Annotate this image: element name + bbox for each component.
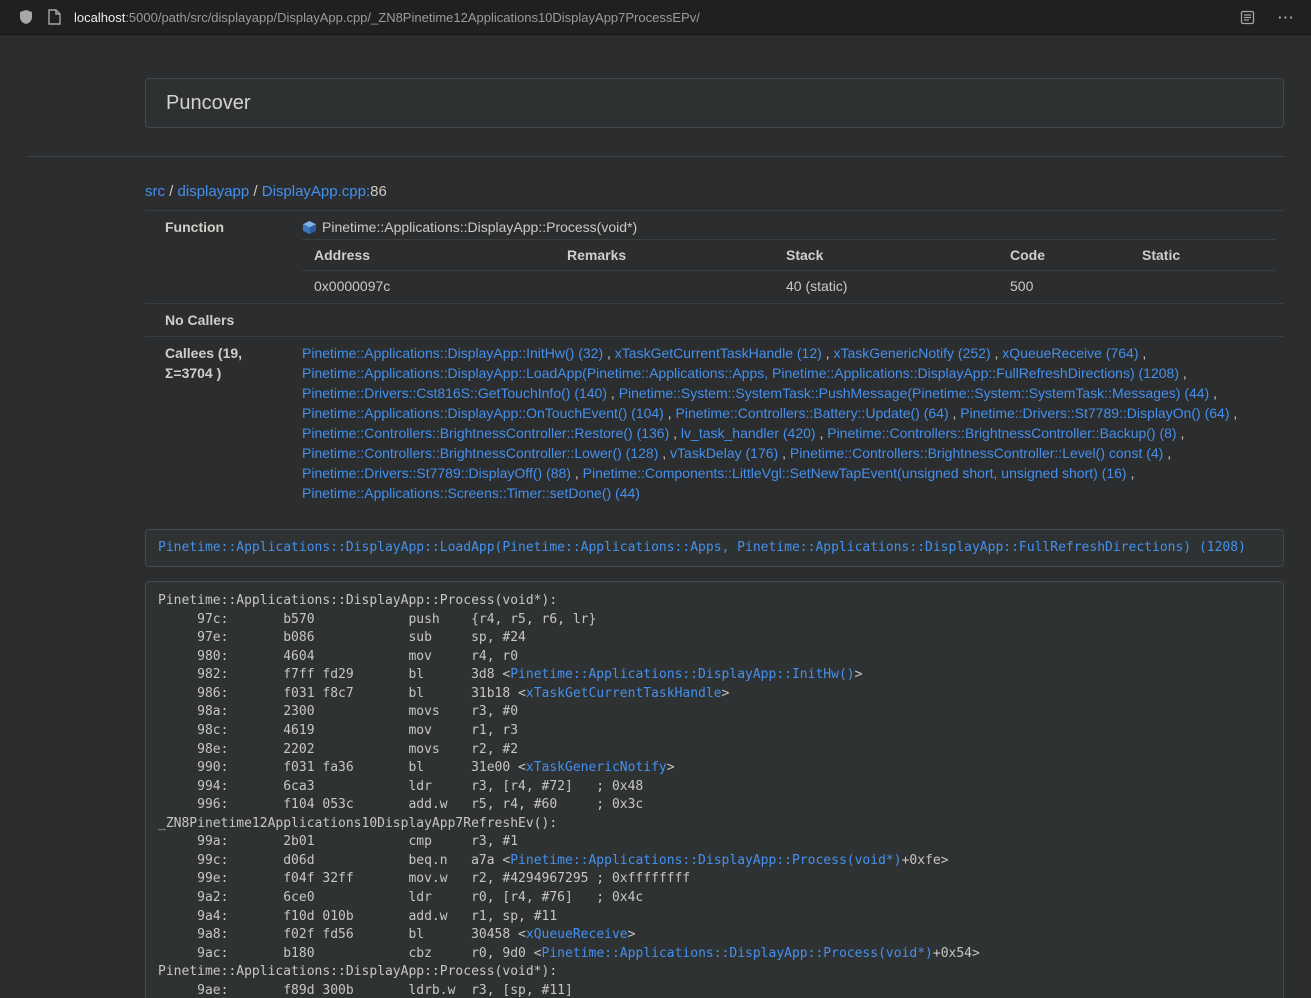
breadcrumb-text: / [165,183,178,200]
function-remarks [555,271,774,302]
details-data-row: 0x0000097c 40 (static) 500 [302,271,1276,302]
callee-separator: , [1127,465,1135,481]
function-detail-cell: Pinetime::Applications::DisplayApp::Proc… [290,211,1284,304]
callee-separator: , [816,425,828,441]
callee-link[interactable]: Pinetime::Applications::DisplayApp::Load… [302,365,1179,381]
callee-separator: , [949,405,961,421]
table-row-callees: Callees (19, Σ=3704 ) Pinetime::Applicat… [145,337,1284,510]
callee-separator: , [664,405,676,421]
function-details-table: Address Remarks Stack Code Static 0x0000… [302,239,1276,301]
callee-separator: , [607,385,619,401]
breadcrumb: src / displayapp / DisplayApp.cpp:86 [145,182,1284,202]
col-header-remarks: Remarks [555,240,774,271]
callee-separator: , [658,445,670,461]
function-table: Function Pinetime::Applications::Display… [145,210,1284,509]
page-title: Puncover [166,92,251,114]
menu-ellipsis-icon[interactable]: ⋯ [1273,9,1299,26]
function-icon [302,220,317,235]
callee-link[interactable]: Pinetime::Applications::Screens::Timer::… [302,485,640,501]
callee-link[interactable]: Pinetime::Drivers::St7789::DisplayOn() (… [960,405,1229,421]
reader-mode-icon[interactable] [1233,3,1261,31]
details-header-row: Address Remarks Stack Code Static [302,240,1276,271]
col-header-static: Static [1130,240,1276,271]
no-callers-label: No Callers [145,304,290,337]
highlighted-callee-link[interactable]: Pinetime::Applications::DisplayApp::Load… [158,540,1246,555]
function-row-label: Function [145,211,290,304]
url-path: :5000/path/src/displayapp/DisplayApp.cpp… [125,10,700,25]
callee-link[interactable]: Pinetime::Controllers::BrightnessControl… [790,445,1163,461]
callee-link[interactable]: Pinetime::Controllers::BrightnessControl… [302,425,669,441]
callee-link[interactable]: Pinetime::Applications::DisplayApp::Init… [302,345,603,361]
function-stack: 40 (static) [774,271,998,302]
disassembly: Pinetime::Applications::DisplayApp::Proc… [145,581,1284,998]
callee-link[interactable]: xTaskGetCurrentTaskHandle (12) [615,345,822,361]
table-row-function: Function Pinetime::Applications::Display… [145,211,1284,304]
callee-separator: , [1138,345,1146,361]
callee-link[interactable]: Pinetime::Drivers::St7789::DisplayOff() … [302,465,571,481]
function-code: 500 [998,271,1130,302]
callee-separator: , [991,345,1003,361]
function-name: Pinetime::Applications::DisplayApp::Proc… [322,217,637,237]
breadcrumb-text: / [249,183,262,200]
breadcrumb-link[interactable]: displayapp [178,183,250,200]
page-info-icon[interactable] [40,3,68,31]
callee-separator: , [669,425,681,441]
code-symbol-link[interactable]: xTaskGetCurrentTaskHandle [526,686,722,701]
callee-link[interactable]: Pinetime::Drivers::Cst816S::GetTouchInfo… [302,385,607,401]
callee-link[interactable]: lv_task_handler (420) [681,425,816,441]
function-address: 0x0000097c [302,271,555,302]
callees-list: Pinetime::Applications::DisplayApp::Init… [302,343,1276,503]
callee-separator: , [822,345,834,361]
callee-separator: , [778,445,790,461]
callee-link[interactable]: Pinetime::Controllers::BrightnessControl… [302,445,658,461]
callee-link[interactable]: Pinetime::Applications::DisplayApp::OnTo… [302,405,664,421]
callees-label: Callees (19, Σ=3704 ) [145,337,290,510]
callee-separator: , [571,465,583,481]
code-symbol-link[interactable]: xTaskGenericNotify [526,760,667,775]
browser-chrome: localhost:5000/path/src/displayapp/Displ… [0,0,1311,35]
col-header-stack: Stack [774,240,998,271]
url-host: localhost [74,10,125,25]
callee-link[interactable]: Pinetime::Controllers::BrightnessControl… [827,425,1176,441]
callee-separator: , [1209,385,1217,401]
callee-link[interactable]: vTaskDelay (176) [670,445,778,461]
callee-separator: , [1177,425,1185,441]
code-symbol-link[interactable]: Pinetime::Applications::DisplayApp::Proc… [542,946,933,961]
function-static [1130,271,1276,302]
callee-separator: , [1163,445,1171,461]
callee-link[interactable]: xTaskGenericNotify (252) [833,345,990,361]
breadcrumb-text: 86 [370,183,387,200]
chrome-right-controls: ⋯ [1233,3,1299,31]
col-header-address: Address [302,240,555,271]
table-row-no-callers: No Callers [145,304,1284,337]
callee-link[interactable]: Pinetime::System::SystemTask::PushMessag… [619,385,1210,401]
callee-separator: , [603,345,615,361]
callee-separator: , [1230,405,1238,421]
callee-link[interactable]: xQueueReceive (764) [1002,345,1138,361]
col-header-code: Code [998,240,1130,271]
code-symbol-link[interactable]: Pinetime::Applications::DisplayApp::Proc… [510,853,901,868]
no-callers-cell [290,304,1284,337]
code-symbol-link[interactable]: xQueueReceive [526,927,628,942]
divider [28,156,1284,157]
callees-cell: Pinetime::Applications::DisplayApp::Init… [290,337,1284,510]
breadcrumb-link[interactable]: src [145,183,165,200]
highlighted-callee-box: Pinetime::Applications::DisplayApp::Load… [145,529,1284,567]
app-header-panel: Puncover [145,78,1284,128]
code-symbol-link[interactable]: Pinetime::Applications::DisplayApp::Init… [510,667,854,682]
url-bar[interactable]: localhost:5000/path/src/displayapp/Displ… [74,10,1221,25]
callee-separator: , [1179,365,1187,381]
shield-icon[interactable] [12,3,40,31]
callee-link[interactable]: Pinetime::Components::LittleVgl::SetNewT… [583,465,1127,481]
breadcrumb-link[interactable]: DisplayApp.cpp: [262,183,370,200]
callee-link[interactable]: Pinetime::Controllers::Battery::Update()… [676,405,949,421]
